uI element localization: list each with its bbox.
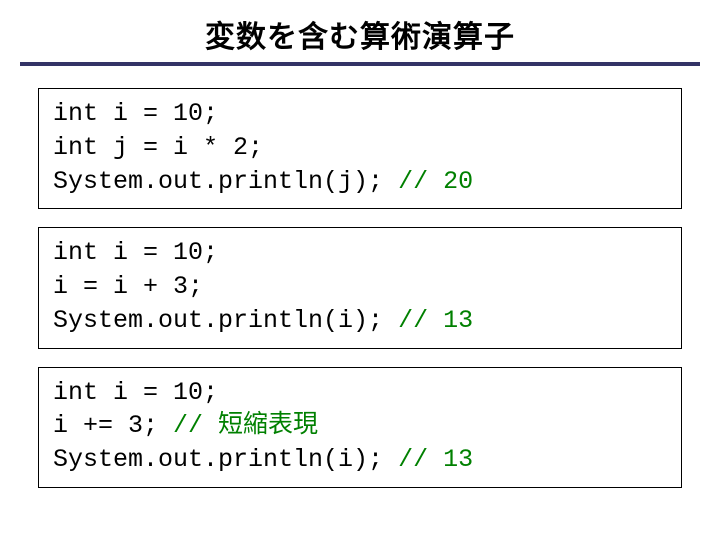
- code-line: System.out.println(i);: [53, 306, 398, 335]
- code-comment: // 13: [398, 445, 473, 474]
- code-line: int i = 10;: [53, 378, 218, 407]
- code-box-1: int i = 10; int j = i * 2; System.out.pr…: [38, 88, 682, 209]
- code-comment: // 20: [398, 167, 473, 196]
- code-line: System.out.println(j);: [53, 167, 398, 196]
- code-line: int j = i * 2;: [53, 133, 263, 162]
- title-container: 変数を含む算術演算子: [20, 12, 700, 66]
- code-line: i += 3;: [53, 411, 173, 440]
- code-box-2: int i = 10; i = i + 3; System.out.printl…: [38, 227, 682, 348]
- code-line: int i = 10;: [53, 99, 218, 128]
- code-line: int i = 10;: [53, 238, 218, 267]
- page-title: 変数を含む算術演算子: [20, 12, 700, 56]
- code-line: System.out.println(i);: [53, 445, 398, 474]
- slide: 変数を含む算術演算子 int i = 10; int j = i * 2; Sy…: [0, 0, 720, 540]
- code-line: i = i + 3;: [53, 272, 203, 301]
- code-comment: // 短縮表現: [173, 411, 318, 440]
- code-comment: // 13: [398, 306, 473, 335]
- code-box-3: int i = 10; i += 3; // 短縮表現 System.out.p…: [38, 367, 682, 488]
